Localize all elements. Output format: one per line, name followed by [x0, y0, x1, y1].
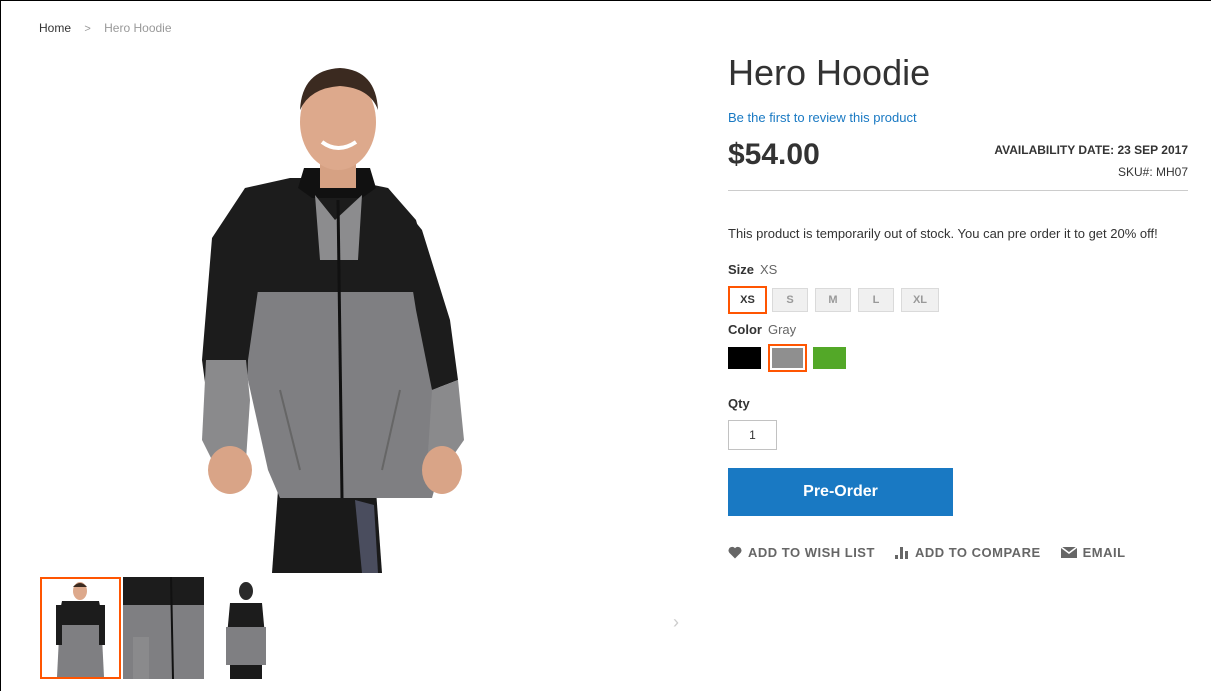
- size-option-xs[interactable]: XS: [728, 286, 767, 314]
- wishlist-label: ADD TO WISH LIST: [748, 545, 875, 560]
- thumbnail-3[interactable]: [206, 577, 287, 679]
- size-option-xl[interactable]: XL: [901, 288, 939, 312]
- color-selected-value: Gray: [767, 322, 797, 337]
- product-price: $54.00: [728, 138, 820, 171]
- product-sku: SKU#: MH07: [1117, 165, 1188, 179]
- thumbnail-2[interactable]: [123, 577, 204, 679]
- product-title: Hero Hoodie: [728, 52, 931, 93]
- size-option-s[interactable]: S: [772, 288, 808, 312]
- thumbnail-1[interactable]: [40, 577, 121, 679]
- pre-order-button[interactable]: Pre-Order: [728, 468, 953, 516]
- heart-icon: [728, 546, 742, 559]
- color-swatch-black[interactable]: [728, 347, 761, 369]
- color-label-row: Color Gray: [728, 322, 796, 337]
- product-social-actions: ADD TO WISH LIST ADD TO COMPARE EMAIL: [728, 545, 1126, 560]
- size-option-l[interactable]: L: [858, 288, 894, 312]
- color-swatch-green[interactable]: [813, 347, 846, 369]
- color-label: Color: [728, 322, 762, 337]
- add-to-wishlist-link[interactable]: ADD TO WISH LIST: [728, 545, 875, 560]
- size-label: Size: [728, 262, 755, 277]
- breadcrumb-home-link[interactable]: Home: [39, 21, 71, 35]
- availability-date: AVAILABILITY DATE: 23 SEP 2017: [994, 143, 1188, 157]
- gallery-next-arrow[interactable]: ›: [673, 612, 679, 633]
- breadcrumb: Home > Hero Hoodie: [39, 21, 172, 35]
- review-link[interactable]: Be the first to review this product: [728, 110, 917, 125]
- size-option-m[interactable]: M: [815, 288, 851, 312]
- product-info: Hero Hoodie Be the first to review this …: [728, 50, 1188, 560]
- breadcrumb-separator: >: [84, 23, 91, 35]
- divider: [728, 190, 1188, 191]
- product-main-image[interactable]: [150, 60, 510, 573]
- color-swatch-gray[interactable]: [768, 344, 807, 372]
- bar-chart-icon: [894, 546, 909, 559]
- email-label: EMAIL: [1082, 545, 1126, 560]
- size-label-row: Size XS: [728, 262, 777, 277]
- qty-label: Qty: [728, 396, 750, 411]
- envelope-icon: [1060, 547, 1077, 558]
- add-to-compare-link[interactable]: ADD TO COMPARE: [894, 545, 1041, 560]
- size-selected-value: XS: [760, 262, 778, 277]
- qty-input[interactable]: [728, 420, 777, 450]
- compare-label: ADD TO COMPARE: [914, 545, 1041, 560]
- email-link[interactable]: EMAIL: [1060, 545, 1126, 560]
- stock-message: This product is temporarily out of stock…: [728, 226, 1158, 241]
- breadcrumb-current: Hero Hoodie: [104, 21, 172, 35]
